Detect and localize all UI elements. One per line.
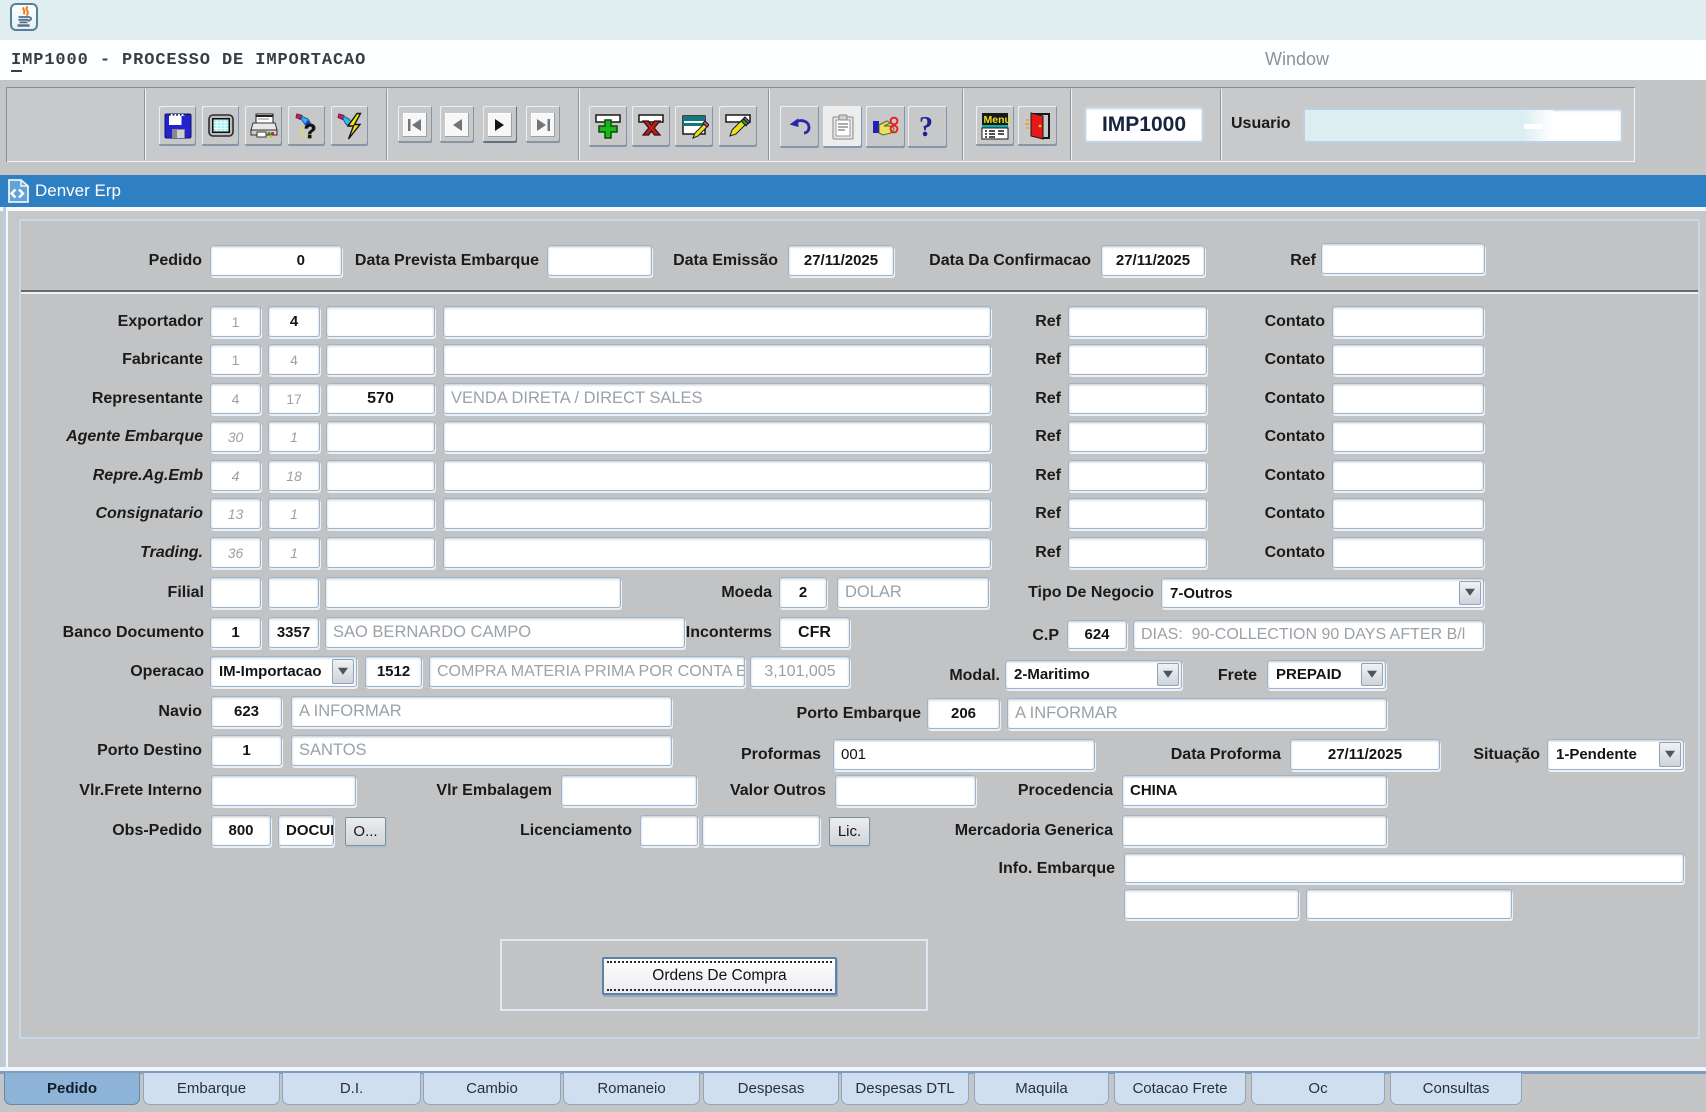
svg-text:?: ? [304, 121, 316, 140]
svg-text:Menu: Menu [984, 114, 1011, 126]
svg-text:?: ? [919, 112, 933, 142]
